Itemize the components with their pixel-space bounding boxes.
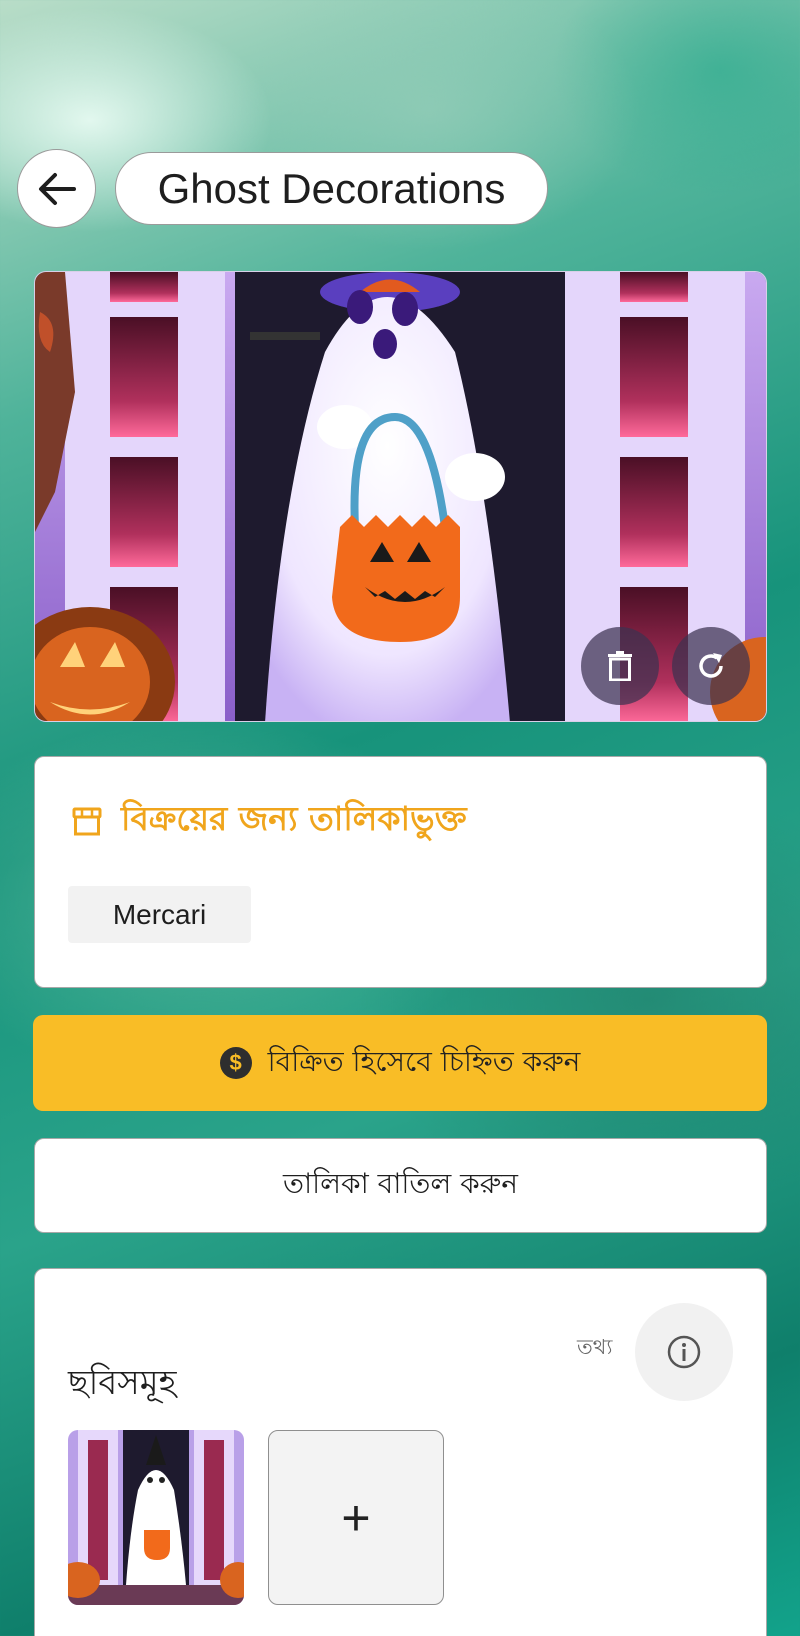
add-photo-button[interactable]: + xyxy=(268,1430,444,1605)
cancel-listing-button[interactable]: তালিকা বাতিল করুন xyxy=(34,1138,767,1233)
dollar-coin-icon: $ xyxy=(219,1047,252,1079)
photos-heading: ছবিসমূহ xyxy=(68,1363,177,1403)
arrow-left-icon xyxy=(38,172,76,205)
delete-photo-button[interactable] xyxy=(581,627,659,705)
info-icon xyxy=(667,1335,701,1369)
refresh-icon xyxy=(699,653,723,678)
info-button[interactable] xyxy=(635,1303,733,1401)
listed-for-sale-label: বিক্রয়ের জন্য তালিকাভুক্ত xyxy=(121,799,467,838)
photos-card: ছবিসমূহ তথ্য + xyxy=(34,1268,767,1636)
photo-thumbnail[interactable] xyxy=(68,1430,244,1605)
hero-photo xyxy=(34,271,767,722)
back-button[interactable] xyxy=(17,149,96,228)
mark-as-sold-button[interactable]: $ বিক্রিত হিসেবে চিহ্নিত করুন xyxy=(33,1015,767,1111)
listed-for-sale-heading: বিক্রয়ের জন্য তালিকাভুক্ত xyxy=(71,793,467,849)
marketplace-chip[interactable]: Mercari xyxy=(68,886,251,943)
rotate-photo-button[interactable] xyxy=(672,627,750,705)
page-title: Ghost Decorations xyxy=(115,152,548,225)
info-label: তথ্য xyxy=(577,1335,613,1359)
listing-status-card: বিক্রয়ের জন্য তালিকাভুক্ত Mercari xyxy=(34,756,767,988)
store-icon xyxy=(72,807,102,836)
trash-icon xyxy=(608,651,632,681)
mark-as-sold-label: বিক্রিত হিসেবে চিহ্নিত করুন xyxy=(267,1044,581,1078)
